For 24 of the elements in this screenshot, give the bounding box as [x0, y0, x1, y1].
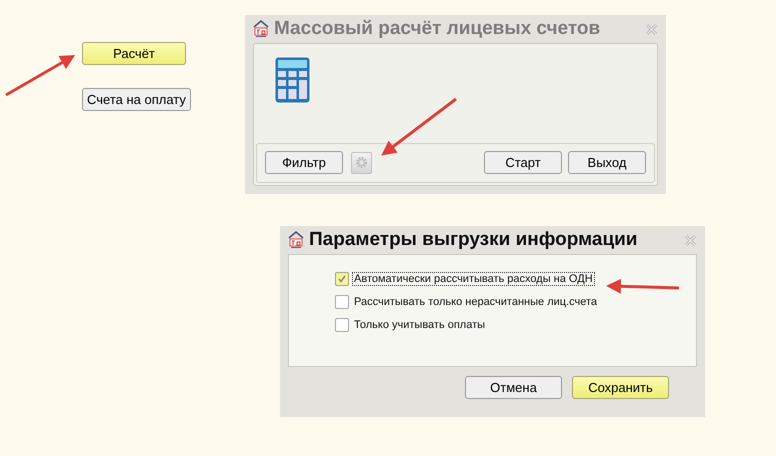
close-icon[interactable]	[684, 234, 697, 246]
side-button[interactable]: Расчёт	[82, 42, 186, 65]
checkbox-label[interactable]: Только учитывать оплаты	[352, 318, 488, 332]
checkbox[interactable]	[335, 272, 349, 286]
dialog-button[interactable]: Сохранить	[572, 376, 669, 399]
app-logo-icon	[288, 231, 304, 249]
close-icon[interactable]	[645, 22, 658, 36]
checkbox-label[interactable]: Рассчитывать только нерасчитанные лиц.счета	[352, 295, 600, 309]
dialog-button[interactable]: Выход	[568, 151, 646, 174]
dialog-button[interactable]: Старт	[484, 151, 562, 174]
window-title: Массовый расчёт лицевых счетов	[274, 18, 602, 40]
checkmark-icon	[338, 275, 346, 283]
dialog-button[interactable]: Отмена	[465, 376, 562, 399]
window-title: Параметры выгрузки информации	[309, 229, 638, 251]
checkbox[interactable]	[335, 295, 349, 309]
settings-button[interactable]	[351, 152, 372, 174]
filter-button[interactable]: Фильтр	[265, 151, 343, 174]
side-button[interactable]: Счета на оплату	[82, 88, 191, 111]
app-logo-icon	[253, 20, 269, 38]
annotation-arrow	[5, 55, 76, 96]
calculator-icon	[274, 56, 311, 104]
settings-icon	[355, 156, 368, 169]
checkbox-label[interactable]: Автоматически рассчитывать расходы на ОДН	[352, 272, 595, 286]
checkbox[interactable]	[335, 318, 349, 332]
